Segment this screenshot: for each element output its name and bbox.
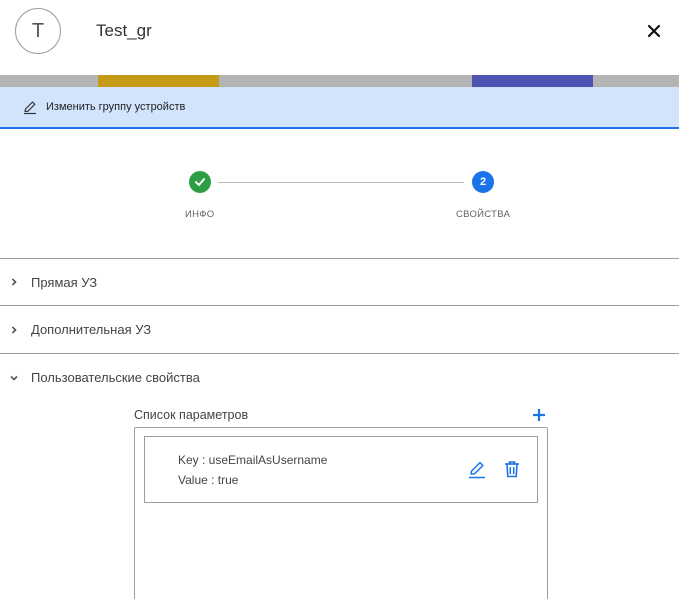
section-label: Дополнительная УЗ [31, 322, 152, 337]
edit-group-label: Изменить группу устройств [46, 101, 186, 113]
banner-strip [0, 75, 679, 87]
group-title: Test_gr [96, 21, 152, 40]
avatar: T [15, 8, 61, 54]
params-list-title: Список параметров [134, 408, 249, 422]
trash-icon [505, 461, 519, 478]
edit-param-button[interactable] [467, 459, 487, 479]
step-number: 2 [479, 176, 487, 188]
params-list: Key : useEmailAsUsername Value : true [134, 427, 548, 599]
close-icon [647, 24, 661, 38]
param-key: Key : useEmailAsUsername [178, 453, 328, 467]
edit-group-bar: Изменить группу устройств [0, 87, 679, 129]
section-direct-account[interactable]: Прямая УЗ [0, 258, 679, 305]
banner-tile [472, 75, 593, 87]
chevron-right-icon [9, 325, 19, 335]
section-label: Пользовательские свойства [31, 370, 200, 385]
param-value: Value : true [178, 473, 239, 487]
chevron-down-icon [9, 373, 19, 383]
pencil-icon [469, 461, 485, 479]
add-param-button[interactable] [530, 406, 548, 424]
step-connector [218, 182, 464, 183]
delete-param-button[interactable] [502, 459, 522, 479]
section-label: Прямая УЗ [31, 274, 98, 290]
step-label-info: ИНФО [185, 209, 215, 220]
section-custom-properties[interactable]: Пользовательские свойства [0, 353, 679, 401]
pencil-icon [22, 99, 38, 115]
step-1-done[interactable] [189, 171, 211, 193]
close-button[interactable] [643, 20, 665, 42]
plus-icon [533, 409, 545, 421]
section-additional-account[interactable]: Дополнительная УЗ [0, 305, 679, 353]
chevron-right-icon [9, 277, 19, 287]
step-label-properties: СВОЙСТВА [456, 209, 511, 220]
banner-tile [98, 75, 219, 87]
param-item: Key : useEmailAsUsername Value : true [144, 436, 538, 503]
dialog-header: T Test_gr [0, 0, 679, 75]
check-icon [195, 178, 205, 186]
stepper: 2 ИНФО СВОЙСТВА [0, 129, 679, 258]
avatar-letter: T [31, 19, 45, 42]
step-2-active[interactable]: 2 [472, 171, 494, 193]
